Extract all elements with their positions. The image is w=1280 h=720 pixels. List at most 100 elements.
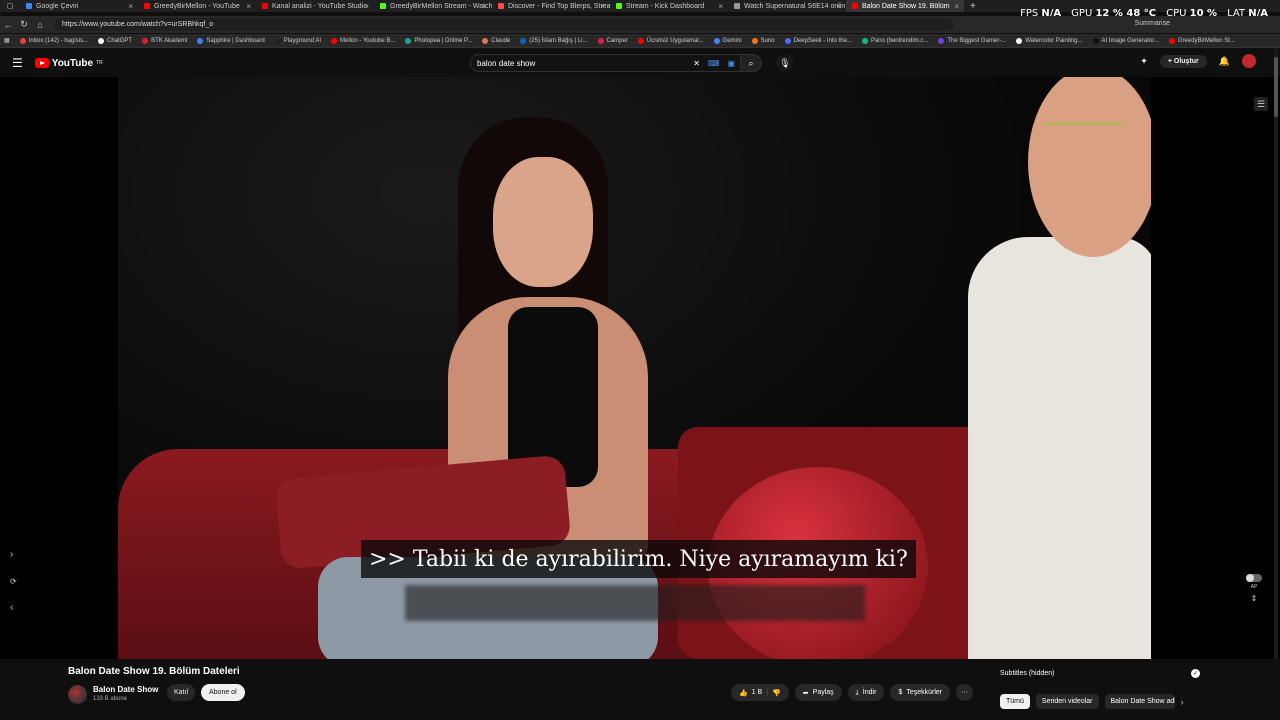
tab-favicon-icon: [262, 3, 268, 9]
back-icon[interactable]: ←: [0, 20, 16, 30]
reload-icon[interactable]: ↻: [16, 19, 32, 30]
tab-close-icon[interactable]: ×: [836, 2, 841, 11]
subtitles-label: Subtitles (hidden): [1000, 670, 1055, 677]
microphone-icon: 🎙: [779, 57, 791, 68]
browser-tab[interactable]: GreedyBirMellon - YouTube ×: [138, 0, 256, 12]
new-tab-button[interactable]: +: [970, 1, 976, 12]
bookmark-item[interactable]: AI Image Generator...: [1092, 37, 1159, 44]
clear-search-icon[interactable]: ✕: [693, 59, 700, 68]
tab-close-icon[interactable]: ×: [954, 2, 959, 11]
bookmark-item[interactable]: Watercolor Painting...: [1016, 37, 1083, 44]
loop-icon[interactable]: ⟳: [10, 577, 17, 586]
apps-icon[interactable]: ▦: [4, 37, 10, 44]
bookmarks-bar: ▦ Inbox (142) - bagisis... ChatGPT BTK Aka…: [0, 34, 1280, 48]
scrollbar-thumb[interactable]: [1274, 57, 1278, 117]
chip-all[interactable]: Tümü: [1000, 694, 1030, 709]
bookmark-label: Ücretsiz Uygulamal...: [646, 37, 704, 44]
bookmark-favicon-icon: [637, 37, 644, 44]
download-label: İndir: [862, 689, 877, 696]
home-icon[interactable]: ⌂: [32, 20, 48, 30]
voice-search-button[interactable]: 🎙: [776, 54, 794, 72]
download-button[interactable]: ⤓ İndir: [847, 684, 885, 701]
bookmark-item[interactable]: ChatGPT: [98, 37, 132, 44]
bookmark-item[interactable]: Gemini: [713, 37, 742, 44]
share-label: Paylaş: [812, 689, 834, 696]
like-button[interactable]: 👍 1 B | 👎: [731, 684, 789, 701]
subscribe-button[interactable]: Abone ol: [201, 684, 245, 701]
browser-tab[interactable]: Stream - Kick Dashboard ×: [610, 0, 728, 12]
checkmark-icon: ✓: [1191, 669, 1200, 678]
search-input[interactable]: balon date show ✕ ⌨ ▣: [470, 54, 742, 72]
video-player[interactable]: >> Tabii ki de ayırabilirim. Niye ayıram…: [0, 77, 1280, 659]
prev-arrow-icon[interactable]: ‹: [10, 602, 13, 613]
share-button[interactable]: ➦ Paylaş: [794, 684, 842, 701]
bookmark-item[interactable]: Playground AI: [274, 37, 321, 44]
tab-close-icon[interactable]: ×: [718, 2, 723, 11]
tab-title: Stream - Kick Dashboard: [626, 2, 705, 10]
bookmark-item[interactable]: Sapphire | Dashboard: [197, 37, 265, 44]
tab-favicon-icon: [26, 3, 32, 9]
url-input[interactable]: https://www.youtube.com/watch?v=urSRBhkq…: [54, 18, 954, 31]
expand-icon[interactable]: ⇕: [1246, 594, 1262, 603]
bookmark-item[interactable]: Mellon - Youtube B...: [331, 37, 395, 44]
chip-channel[interactable]: Balon Date Show adl: [1104, 694, 1175, 709]
create-button[interactable]: + Oluştur: [1159, 54, 1207, 68]
channel-name[interactable]: Balon Date Show: [93, 685, 158, 694]
menu-icon[interactable]: ☰: [12, 56, 23, 70]
bookmark-favicon-icon: [1016, 37, 1023, 44]
bookmark-item[interactable]: GreedyBirMellon St...: [1168, 37, 1235, 44]
keyboard-icon[interactable]: ⌨: [708, 59, 720, 68]
next-arrow-icon[interactable]: ›: [10, 549, 13, 560]
bookmark-item[interactable]: Camper: [597, 37, 628, 44]
browser-tab[interactable]: Watch Supernatural S6E14 onlin ×: [728, 0, 846, 12]
cast-icon[interactable]: ✦: [1140, 56, 1148, 67]
window-menu-icon[interactable]: ▢: [0, 2, 20, 10]
bookmark-item[interactable]: Pano (bentrendim.c...: [861, 37, 928, 44]
more-actions-button[interactable]: ···: [956, 684, 974, 701]
tab-close-icon[interactable]: ×: [600, 2, 605, 11]
player-side-menu-icon[interactable]: ☰: [1254, 97, 1268, 111]
bookmark-item[interactable]: (25) İslam Bağış | Li...: [520, 37, 588, 44]
tab-favicon-icon: [380, 3, 386, 9]
thanks-button[interactable]: $ Teşekkürler: [890, 684, 951, 701]
autoplay-toggle[interactable]: AP ⇕: [1246, 574, 1262, 603]
chip-series-videos[interactable]: Seriden videolar: [1035, 694, 1099, 709]
chevron-right-icon[interactable]: ›: [1181, 697, 1184, 707]
translate-extension-icon[interactable]: ▣: [727, 59, 735, 68]
channel-avatar[interactable]: [68, 685, 87, 704]
bookmark-item[interactable]: Suno: [751, 37, 775, 44]
tab-close-icon[interactable]: ×: [246, 2, 251, 11]
bookmark-item[interactable]: Inbox (142) - bagisis...: [19, 37, 88, 44]
browser-tab[interactable]: Discover - Find Top Blerps, Stream ×: [492, 0, 610, 12]
autoplay-switch[interactable]: [1246, 574, 1262, 582]
page-scrollbar[interactable]: [1274, 49, 1278, 709]
tab-close-icon[interactable]: ×: [482, 2, 487, 11]
tab-close-icon[interactable]: ×: [364, 2, 369, 11]
browser-tab[interactable]: Google Çeviri ×: [20, 0, 138, 12]
bookmark-item[interactable]: DeepSeek - Into the...: [784, 37, 852, 44]
bookmark-item[interactable]: Ücretsiz Uygulamal...: [637, 37, 704, 44]
summarise-button[interactable]: Summarise: [1135, 20, 1170, 27]
tab-title: Balon Date Show 19. Bölüm: [862, 2, 950, 10]
browser-tab[interactable]: GreedyBirMellon Stream - Watch ×: [374, 0, 492, 12]
bookmark-item[interactable]: BTK Akademi: [142, 37, 187, 44]
youtube-logo[interactable]: YouTube TR: [34, 58, 103, 69]
notifications-bell-icon[interactable]: 🔔: [1219, 56, 1230, 67]
bookmark-item[interactable]: Claude: [482, 37, 510, 44]
bookmark-favicon-icon: [597, 37, 604, 44]
tab-close-icon[interactable]: ×: [128, 2, 133, 11]
account-avatar[interactable]: [1242, 54, 1256, 68]
join-button[interactable]: Katıl: [167, 684, 196, 701]
video-scene-person-face: [493, 157, 593, 287]
search-button[interactable]: ⌕: [740, 54, 762, 72]
bookmark-item[interactable]: Photopea | Online P...: [405, 37, 472, 44]
thumbs-down-icon[interactable]: 👎: [772, 689, 781, 697]
bookmark-item[interactable]: The Biggest Gamer-...: [938, 37, 1006, 44]
search-query: balon date show: [477, 58, 536, 68]
bookmark-label: DeepSeek - Into the...: [793, 37, 852, 44]
browser-tab[interactable]: Balon Date Show 19. Bölüm ×: [846, 0, 964, 12]
subtitles-dropdown[interactable]: Subtitles (hidden) ✓: [1000, 669, 1200, 678]
tab-favicon-icon: [616, 3, 622, 9]
tab-favicon-icon: [498, 3, 504, 9]
browser-tab[interactable]: Kanal analizi - YouTube Studio ×: [256, 0, 374, 12]
